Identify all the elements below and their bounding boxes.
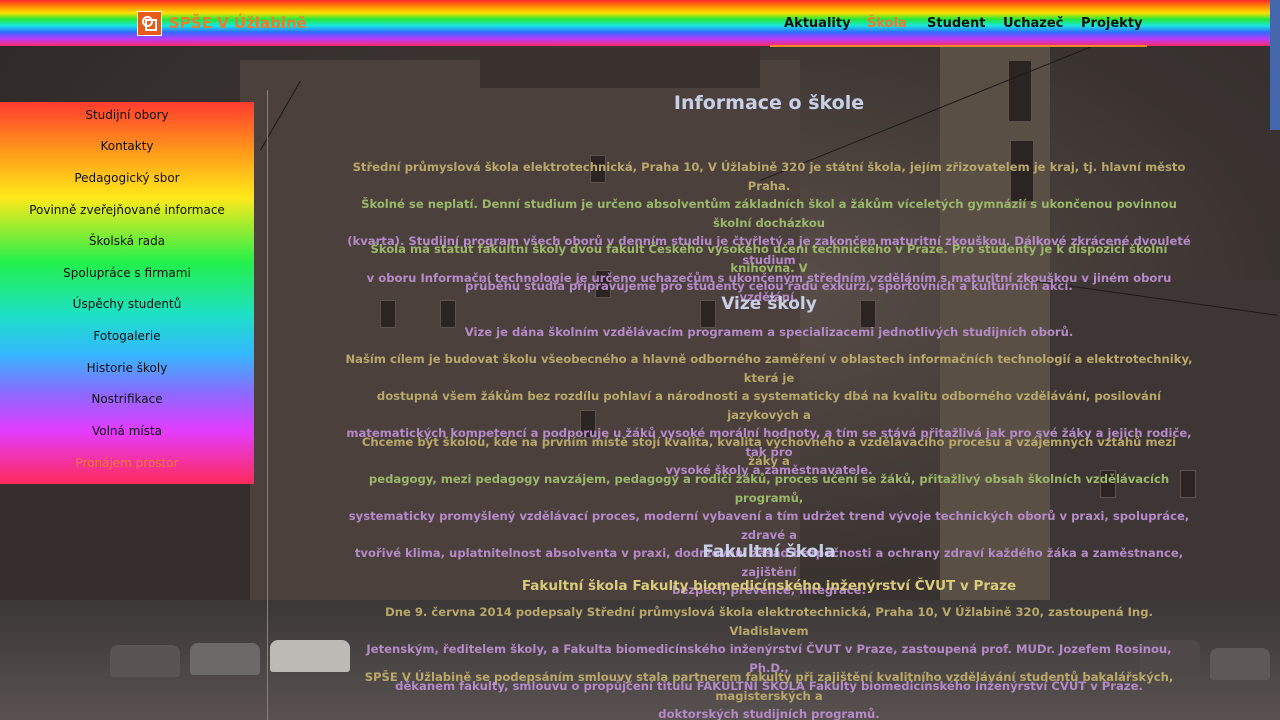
partner-line: SPŠE V Úžlabině se podepsáním smlouvy st… <box>364 670 1174 703</box>
page-title: Informace o škole <box>673 92 865 114</box>
sidebar-item-volna-mista[interactable]: Volná místa <box>0 424 254 438</box>
faculty-line: Škola má statut fakultní školy dvou faku… <box>370 242 1168 275</box>
sidebar-item-kontakty[interactable]: Kontakty <box>0 139 254 153</box>
nav-skola[interactable]: Škola <box>867 16 907 31</box>
sidebar-item-pronajem[interactable]: Pronájem prostor <box>0 456 254 470</box>
faculty-school-subtitle[interactable]: Fakultní škola Fakulty biomedicínského i… <box>345 578 1193 594</box>
sidebar: Studijní obory Kontakty Pedagogický sbor… <box>0 102 254 484</box>
quality-line: Chceme být školou, kde na prvním místě s… <box>361 435 1177 468</box>
quality-line: systematicky promyšlený vzdělávací proce… <box>348 509 1190 542</box>
sidebar-item-studijni-obory[interactable]: Studijní obory <box>0 108 254 122</box>
intro-line: Školné se neplatí. Denní studium je urče… <box>361 197 1177 230</box>
faculty-paragraph: Škola má statut fakultní školy dvou faku… <box>345 240 1193 296</box>
faculty-line: průběhu studia připravujeme pro studenty… <box>465 279 1073 293</box>
partner-line: doktorských studijních programů. <box>658 707 880 720</box>
sidebar-item-skolska-rada[interactable]: Školská rada <box>0 234 254 248</box>
sidebar-item-fotogalerie[interactable]: Fotogalerie <box>0 329 254 343</box>
nav-underline <box>770 45 1147 47</box>
vision-heading: Vize školy <box>721 294 817 314</box>
agreement-line: Dne 9. června 2014 podepsaly Střední prů… <box>385 605 1153 638</box>
vision-intro-line: Vize je dána školním vzdělávacím program… <box>464 325 1074 339</box>
nav-uchazec[interactable]: Uchazeč <box>1003 16 1063 31</box>
nav-projekty[interactable]: Projekty <box>1081 16 1142 31</box>
goal-line: dostupná všem žákům bez rozdílu pohlaví … <box>376 389 1162 422</box>
sidebar-item-uspechy[interactable]: Úspěchy studentů <box>0 297 254 311</box>
content-divider <box>267 90 268 720</box>
vision-intro: Vize je dána školním vzdělávacím program… <box>345 323 1193 342</box>
sidebar-item-spoluprace[interactable]: Spolupráce s firmami <box>0 266 254 280</box>
partner-paragraph: SPŠE V Úžlabině se podepsáním smlouvy st… <box>345 668 1193 720</box>
sidebar-item-nostrifikace[interactable]: Nostrifikace <box>0 392 254 406</box>
sidebar-item-povinne-informace[interactable]: Povinně zveřejňované informace <box>0 203 254 217</box>
sidebar-item-historie[interactable]: Historie školy <box>0 361 254 375</box>
sidebar-item-pedagogicky-sbor[interactable]: Pedagogický sbor <box>0 171 254 185</box>
quality-paragraph: Chceme být školou, kde na prvním místě s… <box>345 433 1193 600</box>
goal-line: Naším cílem je budovat školu všeobecného… <box>345 352 1193 385</box>
quality-line: pedagogy, mezi pedagogy navzájem, pedago… <box>368 472 1170 505</box>
faculty-school-heading: Fakultní škola <box>702 542 836 562</box>
nav-student[interactable]: Student <box>927 16 985 31</box>
main-nav: Aktuality Škola Student Uchazeč Projekty <box>0 16 1280 36</box>
nav-aktuality[interactable]: Aktuality <box>784 16 851 31</box>
intro-line: Střední průmyslová škola elektrotechnick… <box>352 160 1186 193</box>
